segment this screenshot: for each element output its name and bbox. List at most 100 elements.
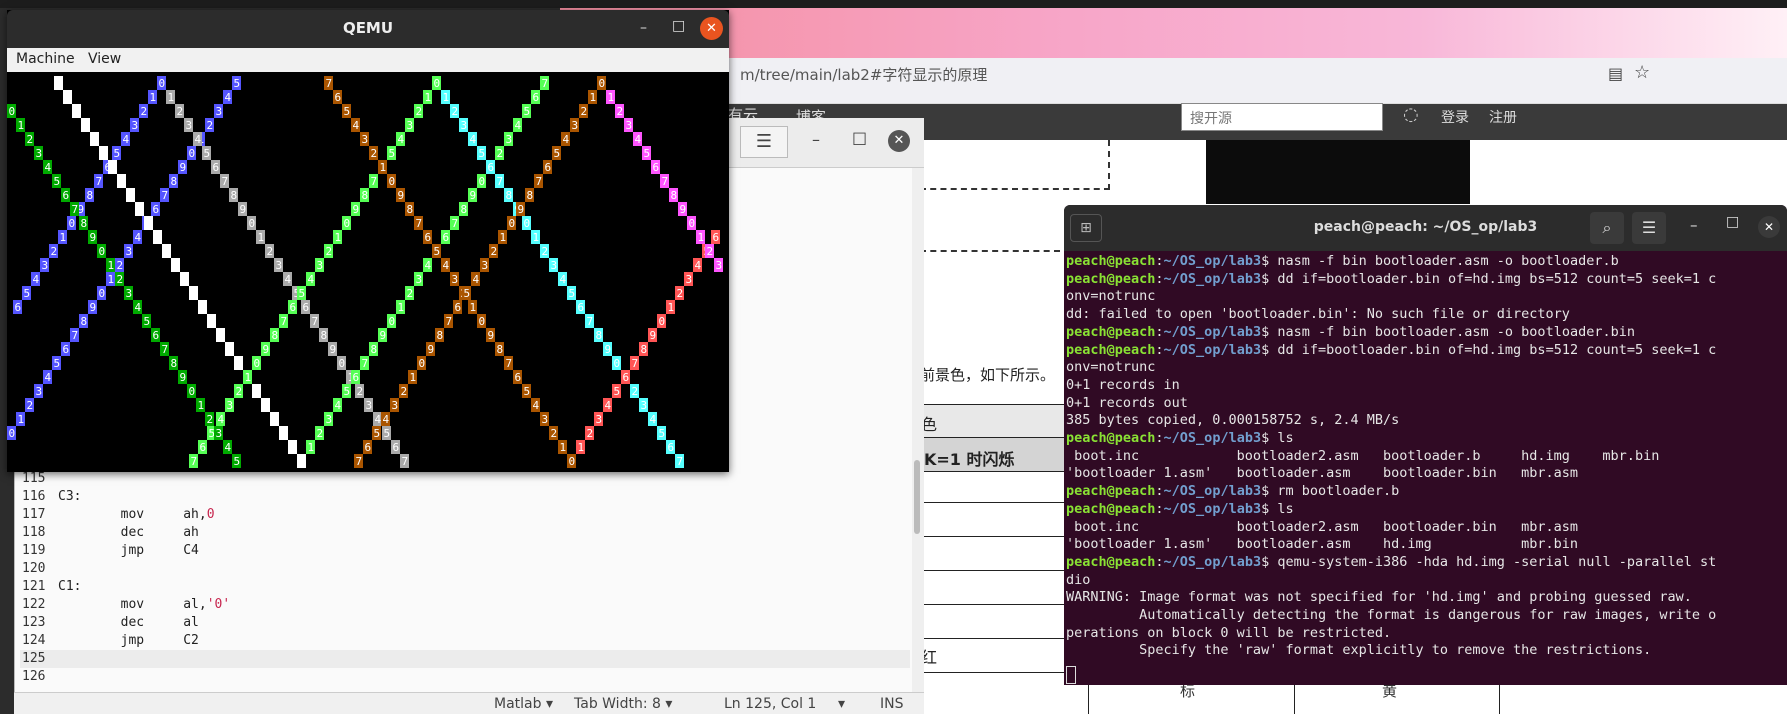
svg-text:7: 7 bbox=[356, 455, 363, 468]
svg-text:5: 5 bbox=[299, 287, 306, 300]
svg-text:3: 3 bbox=[276, 259, 283, 272]
login-link[interactable]: 登录 bbox=[1441, 107, 1469, 127]
screen-char: 1 bbox=[198, 300, 207, 314]
svg-text:5: 5 bbox=[434, 245, 441, 258]
svg-text:1: 1 bbox=[18, 119, 25, 132]
svg-text:2: 2 bbox=[497, 147, 504, 160]
screen-char: 4 bbox=[351, 118, 360, 132]
code-text: C3: bbox=[58, 489, 82, 504]
screen-char: 7 bbox=[189, 454, 198, 468]
register-link[interactable]: 注册 bbox=[1489, 107, 1517, 127]
svg-text:1: 1 bbox=[398, 301, 405, 314]
code-line[interactable]: 124 jmp C2 bbox=[22, 632, 199, 650]
line-number: 121 bbox=[22, 579, 46, 594]
code-line[interactable]: 118 dec ah bbox=[22, 524, 199, 542]
svg-text:1: 1 bbox=[200, 301, 207, 314]
svg-text:4: 4 bbox=[123, 133, 130, 146]
svg-text:0: 0 bbox=[189, 147, 196, 160]
code-line[interactable]: 117 mov ah,0 bbox=[22, 506, 215, 524]
code-line[interactable]: 122 mov al,'0' bbox=[22, 596, 230, 614]
scrollbar-thumb[interactable] bbox=[914, 460, 920, 534]
prompt-sep: : bbox=[1155, 253, 1164, 269]
line-number: 125 bbox=[22, 651, 46, 666]
terminal-line: Automatically detecting the format is da… bbox=[1066, 607, 1717, 623]
screen-char: 4 bbox=[81, 118, 90, 132]
screen-char: 4 bbox=[513, 118, 522, 132]
svg-text:3: 3 bbox=[227, 399, 234, 412]
terminal-line: 'bootloader 1.asm' bootloader.asm bootlo… bbox=[1066, 465, 1579, 482]
svg-text:2: 2 bbox=[416, 105, 423, 118]
svg-text:2: 2 bbox=[117, 259, 124, 272]
svg-text:9: 9 bbox=[380, 329, 387, 342]
language-selector[interactable]: Matlab ▾ bbox=[494, 696, 553, 712]
screen-char: 5 bbox=[462, 286, 471, 300]
cursor-position[interactable]: Ln 125, Col 1 bbox=[724, 696, 816, 712]
menu-machine[interactable]: Machine bbox=[16, 51, 75, 67]
url-text[interactable]: m/tree/main/lab2#字符显示的原理 bbox=[740, 64, 987, 85]
screen-char: 2 bbox=[265, 244, 274, 258]
screen-char: 0 bbox=[687, 216, 696, 230]
close-icon[interactable]: ✕ bbox=[1758, 216, 1780, 238]
svg-text:3: 3 bbox=[686, 273, 693, 286]
svg-text:1: 1 bbox=[470, 301, 477, 314]
code-line[interactable]: 116 C3: bbox=[22, 488, 81, 506]
site-search-input[interactable]: 搜开源 bbox=[1181, 103, 1383, 131]
screen-char: 1 bbox=[396, 300, 405, 314]
close-icon[interactable]: ✕ bbox=[888, 130, 910, 152]
svg-text:5: 5 bbox=[374, 427, 381, 440]
screen-char: 1 bbox=[666, 300, 675, 314]
screen-char: 7 bbox=[534, 174, 543, 188]
command-text: $ qemu-system-i386 -hda hd.img -serial n… bbox=[1261, 553, 1717, 570]
code-line[interactable]: 121 C1: bbox=[22, 578, 81, 596]
screen-char: 5 bbox=[142, 314, 151, 328]
code-line[interactable]: 126 bbox=[22, 668, 58, 686]
close-icon[interactable]: ✕ bbox=[700, 17, 723, 40]
reader-mode-icon[interactable]: ▤ bbox=[1608, 64, 1623, 83]
svg-text:4: 4 bbox=[173, 259, 180, 272]
screen-char: 7 bbox=[234, 356, 243, 370]
screen-char: 6 bbox=[666, 440, 675, 454]
editor-scrollbar[interactable] bbox=[912, 168, 924, 692]
screen-char: 9 bbox=[603, 342, 612, 356]
svg-text:9: 9 bbox=[218, 329, 225, 342]
minimize-icon[interactable]: – bbox=[1690, 216, 1698, 234]
menu-view[interactable]: View bbox=[88, 51, 121, 67]
qemu-screen[interactable]: 0123456789012345678901234501234567890123… bbox=[7, 72, 729, 472]
code-text: C1: bbox=[58, 579, 82, 594]
maximize-icon[interactable]: □ bbox=[1726, 214, 1739, 230]
svg-text:4: 4 bbox=[45, 161, 52, 174]
hamburger-menu-icon[interactable]: ☰ bbox=[1632, 212, 1666, 244]
code-line[interactable]: 120 bbox=[22, 560, 58, 578]
maximize-icon[interactable]: □ bbox=[672, 18, 685, 34]
svg-text:5: 5 bbox=[234, 77, 241, 90]
maximize-icon[interactable]: □ bbox=[852, 128, 867, 147]
position-dropdown-icon[interactable]: ▾ bbox=[838, 696, 845, 712]
terminal-line: Specify the 'raw' format explicitly to r… bbox=[1066, 642, 1652, 659]
minimize-icon[interactable]: – bbox=[812, 130, 820, 149]
code-text: jmp C4 bbox=[58, 543, 199, 558]
screen-char: 4 bbox=[306, 272, 315, 286]
minimize-icon[interactable]: – bbox=[640, 20, 647, 36]
code-line[interactable]: 115 bbox=[22, 470, 58, 488]
svg-text:9: 9 bbox=[90, 301, 97, 314]
screen-char: 0 bbox=[297, 454, 306, 468]
screen-char: 1 bbox=[243, 370, 252, 384]
svg-text:9: 9 bbox=[180, 161, 187, 174]
prompt-user: peach@peach bbox=[1066, 553, 1156, 570]
editor-menu-button[interactable]: ☰ bbox=[740, 126, 788, 158]
code-line[interactable]: 123 dec al bbox=[22, 614, 199, 632]
screen-char: 9 bbox=[238, 202, 247, 216]
screen-char: 4 bbox=[423, 258, 432, 272]
svg-text:3: 3 bbox=[36, 147, 43, 160]
system-top-bar bbox=[0, 0, 1787, 8]
bulb-icon[interactable]: ◌ bbox=[1403, 104, 1419, 125]
code-line[interactable]: 125 bbox=[22, 650, 58, 668]
svg-text:3: 3 bbox=[362, 133, 369, 146]
code-line[interactable]: 119 jmp C4 bbox=[22, 542, 199, 560]
search-icon[interactable]: ⌕ bbox=[1590, 212, 1624, 244]
insert-mode: INS bbox=[880, 696, 904, 712]
svg-text:5: 5 bbox=[144, 315, 151, 328]
bookmark-star-icon[interactable]: ☆ bbox=[1634, 62, 1650, 83]
svg-text:8: 8 bbox=[497, 343, 504, 356]
tab-width-selector[interactable]: Tab Width: 8 ▾ bbox=[574, 696, 672, 712]
